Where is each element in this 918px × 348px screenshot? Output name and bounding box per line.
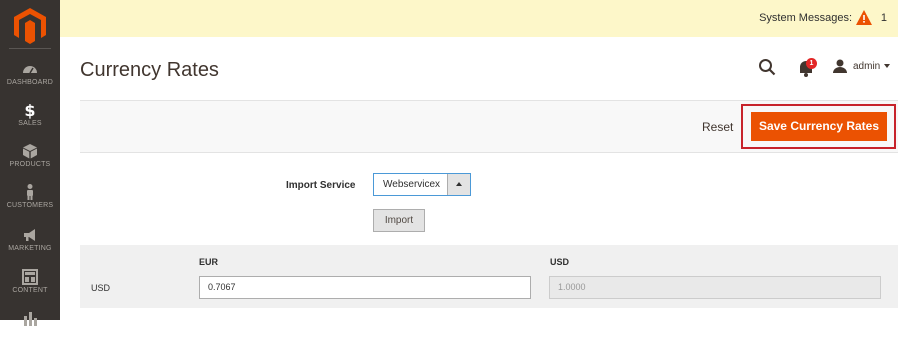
sidebar-item-dashboard[interactable]: DASHBOARD: [0, 60, 60, 100]
layout-icon: [22, 269, 38, 285]
system-messages-label[interactable]: System Messages:: [759, 12, 852, 24]
row-currency-label: USD: [91, 283, 111, 293]
main-content: System Messages: 1 Currency Rates 1 admi…: [60, 0, 918, 320]
sidebar-item-marketing[interactable]: MARKETING: [0, 226, 60, 266]
notification-badge: 1: [806, 58, 817, 69]
rate-input-usd-eur[interactable]: 0.7067: [199, 276, 531, 299]
system-messages-bar: System Messages: 1: [60, 0, 898, 37]
search-icon[interactable]: [758, 58, 776, 76]
sidebar-item-label: PRODUCTS: [9, 161, 51, 168]
megaphone-icon: [24, 229, 35, 241]
sidebar-item-label: SALES: [18, 120, 42, 127]
sidebar-item-reports[interactable]: [0, 308, 60, 348]
user-icon: [833, 59, 847, 73]
page-title: Currency Rates: [80, 59, 219, 81]
sidebar-item-customers[interactable]: CUSTOMERS: [0, 183, 60, 223]
save-currency-rates-button[interactable]: Save Currency Rates: [751, 112, 887, 141]
admin-sidebar: DASHBOARD $ SALES PRODUCTS CUSTOMERS MAR…: [0, 0, 60, 326]
chevron-down-icon: [884, 64, 890, 68]
user-name: admin: [853, 61, 881, 72]
reset-button[interactable]: Reset: [702, 120, 733, 134]
sidebar-item-label: CUSTOMERS: [6, 202, 54, 209]
system-messages-count[interactable]: 1: [881, 12, 887, 24]
rate-input-usd-usd: 1.0000: [549, 276, 881, 299]
person-icon: [27, 184, 33, 200]
sidebar-item-label: DASHBOARD: [6, 79, 54, 86]
sidebar-item-sales[interactable]: $ SALES: [0, 101, 60, 141]
sidebar-item-content[interactable]: CONTENT: [0, 268, 60, 308]
import-service-label: Import Service: [286, 180, 356, 191]
dollar-icon: $: [24, 101, 35, 119]
select-arrow-icon: [447, 174, 470, 195]
dashboard-icon: [23, 66, 37, 74]
sidebar-divider: [9, 48, 51, 49]
svg-text:$: $: [24, 101, 35, 119]
column-header-eur: EUR: [199, 257, 219, 267]
bar-chart-icon: [24, 312, 37, 326]
cube-icon: [23, 144, 37, 159]
import-service-select[interactable]: Webservicex: [373, 173, 471, 196]
sidebar-item-label: MARKETING: [8, 245, 52, 252]
warning-icon[interactable]: [856, 10, 872, 25]
import-service-value: Webservicex: [383, 179, 441, 190]
column-header-usd: USD: [550, 257, 570, 267]
sidebar-item-label: CONTENT: [12, 287, 48, 294]
magento-logo-icon[interactable]: [10, 6, 50, 44]
sidebar-item-products[interactable]: PRODUCTS: [0, 142, 60, 182]
import-button[interactable]: Import: [373, 209, 425, 232]
